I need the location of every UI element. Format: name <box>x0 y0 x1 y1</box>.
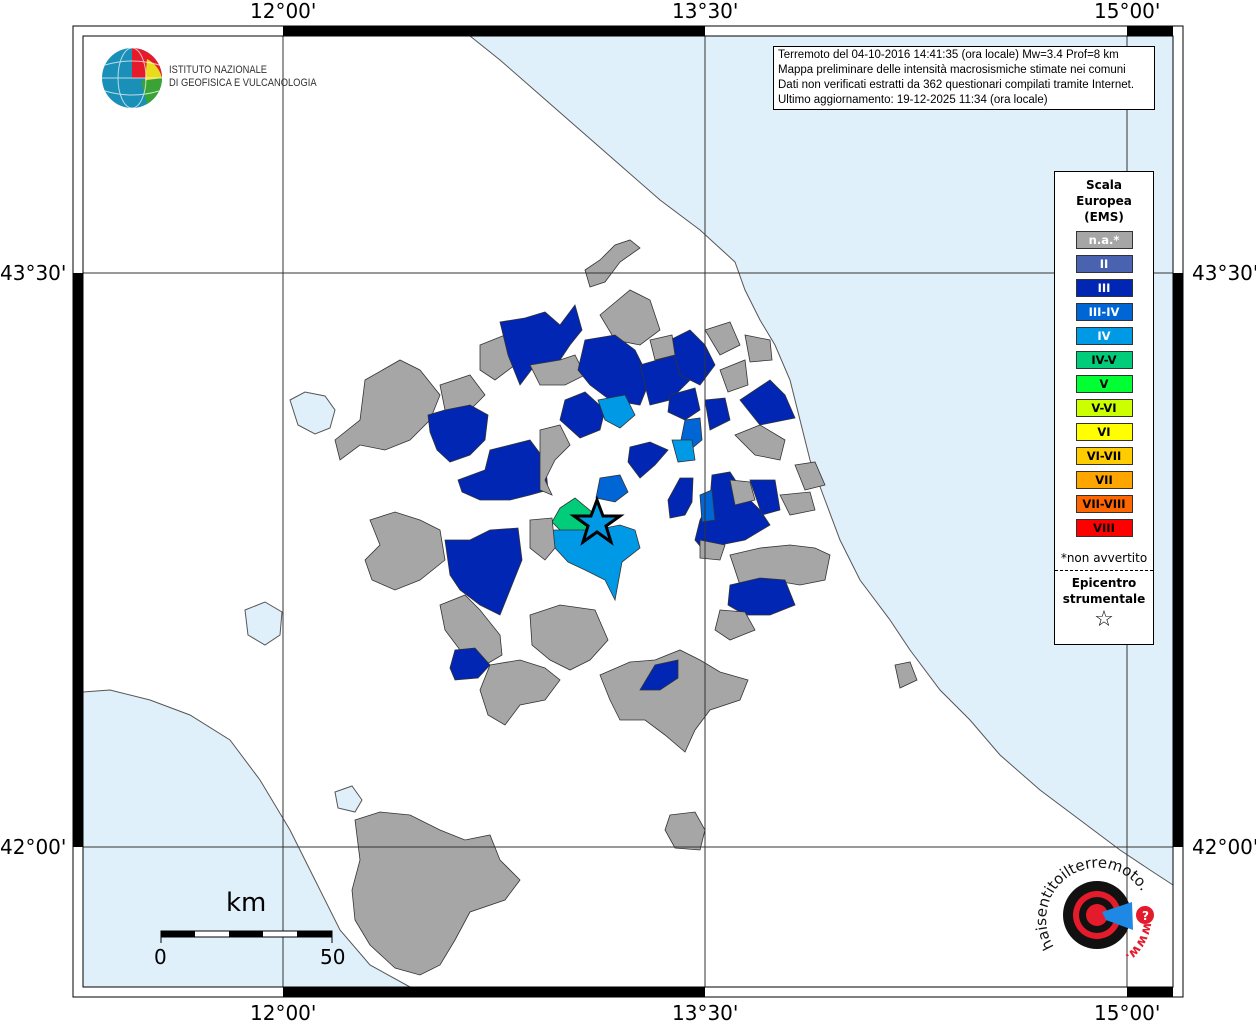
scale-unit: km <box>226 888 267 918</box>
legend-note: *non avvertito <box>1060 551 1148 565</box>
info-line: Mappa preliminare delle intensità macros… <box>778 64 1126 76</box>
ems-legend: Scala Europea (EMS) n.a.* II III III-IV IV IV… <box>1054 171 1154 645</box>
legend-swatch: IV-V <box>1075 351 1133 369</box>
legend-title: (EMS) <box>1084 210 1124 224</box>
legend-swatch: IV <box>1075 327 1133 345</box>
legend-swatch: II <box>1075 255 1133 273</box>
legend-swatch: VII-VIII <box>1075 495 1133 513</box>
info-line: Ultimo aggiornamento: 19-12-2025 11:34 (… <box>778 94 1048 106</box>
lat-tick-left: 43°30' <box>0 261 67 285</box>
legend-swatch: V <box>1075 375 1133 393</box>
lon-tick-bottom: 12°00' <box>250 1001 317 1025</box>
lon-tick-bottom: 13°30' <box>672 1001 739 1025</box>
legend-swatch: V-VI <box>1075 399 1133 417</box>
legend-swatch: III-IV <box>1075 303 1133 321</box>
municipality-III-IV <box>699 489 716 523</box>
event-info-box: Terremoto del 04-10-2016 14:41:35 (ora l… <box>773 46 1155 110</box>
municipality-n.a.* <box>649 334 676 361</box>
epicenter-label: Epicentro <box>1071 576 1137 590</box>
lat-tick-right: 42°00' <box>1192 835 1256 859</box>
svg-text:?: ? <box>1142 909 1149 923</box>
haisentito-logo: haisentitoilterremoto.it www. ? <box>1032 852 1155 964</box>
star-outline-icon: ☆ <box>1094 607 1114 632</box>
scale-end: 50 <box>320 945 346 969</box>
scale-start: 0 <box>154 945 167 969</box>
ingv-logo <box>102 47 162 109</box>
epicenter-label: strumentale <box>1062 592 1146 606</box>
legend-swatch: III <box>1075 279 1133 297</box>
ingv-name-line1: ISTITUTO NAZIONALE <box>169 64 268 76</box>
ingv-name-line2: DI GEOFISICA E VULCANOLOGIA <box>169 77 317 89</box>
lat-tick-left: 42°00' <box>0 835 67 859</box>
municipality-III <box>727 577 796 616</box>
legend-title: Scala <box>1085 178 1123 192</box>
info-line: Terremoto del 04-10-2016 14:41:35 (ora l… <box>778 49 1119 61</box>
info-line: Dati non verificati estratti da 362 ques… <box>778 79 1135 91</box>
ingv-logo-text: ISTITUTO NAZIONALE DI GEOFISICA E VULCAN… <box>169 64 317 90</box>
legend-swatch: VI-VII <box>1075 447 1133 465</box>
legend-swatch: VIII <box>1075 519 1133 537</box>
lon-tick-top: 15°00' <box>1094 0 1161 23</box>
legend-swatch: VII <box>1075 471 1133 489</box>
lon-tick-top: 13°30' <box>672 0 739 23</box>
legend-divider <box>1055 570 1153 571</box>
lat-tick-right: 43°30' <box>1192 261 1256 285</box>
lon-tick-top: 12°00' <box>250 0 317 23</box>
legend-title: Europea <box>1076 194 1132 208</box>
legend-swatch: VI <box>1075 423 1133 441</box>
lon-tick-bottom: 15°00' <box>1094 1001 1161 1025</box>
legend-swatch: n.a.* <box>1075 231 1133 249</box>
